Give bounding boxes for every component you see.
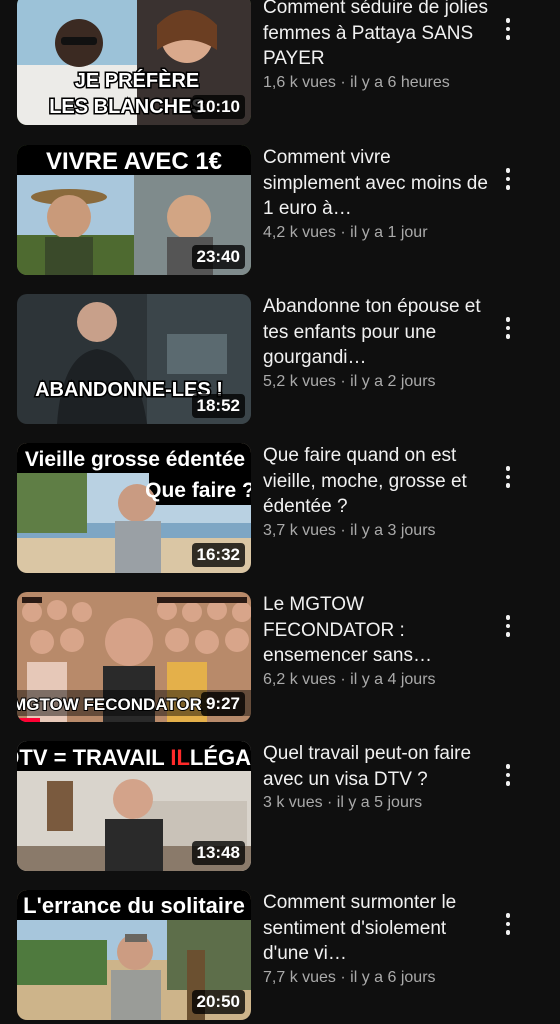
more-options-icon[interactable] (496, 608, 520, 644)
watch-progress-bar (17, 718, 41, 722)
video-meta: 1,6 k vues · il y a 6 heures (263, 73, 450, 91)
video-title[interactable]: Abandonne ton épouse et tes enfants pour… (263, 294, 493, 371)
video-meta: 4,2 k vues · il y a 1 jour (263, 223, 428, 241)
duration-badge: 16:32 (191, 543, 245, 567)
video-thumbnail[interactable]: Vieille grosse édentée Que faire ? 16:32 (17, 443, 251, 573)
duration-badge: 20:50 (191, 990, 245, 1014)
video-meta: 6,2 k vues · il y a 4 jours (263, 670, 436, 688)
video-info[interactable]: Abandonne ton épouse et tes enfants pour… (263, 294, 493, 391)
video-meta: 5,2 k vues · il y a 2 jours (263, 372, 436, 390)
duration-badge: 23:40 (191, 245, 245, 269)
video-item[interactable]: Vieille grosse édentée Que faire ? 16:32… (0, 443, 560, 577)
duration-badge: 9:27 (200, 692, 245, 716)
video-info[interactable]: Comment séduire de jolies femmes à Patta… (263, 0, 493, 92)
thumbnail-text: JE PRÉFÈRE (75, 69, 199, 92)
video-meta: 3 k vues · il y a 5 jours (263, 794, 423, 811)
video-item[interactable]: VIVRE AVEC 1€ 23:40 Comment vivre simple… (0, 145, 560, 279)
more-options-icon[interactable] (496, 310, 520, 346)
video-thumbnail[interactable]: MGTOW FECONDATOR 9:27 (17, 592, 251, 722)
thumbnail-text: LES BLANCHES (49, 96, 205, 118)
video-item[interactable]: ABANDONNE-LES ! 18:52 Abandonne ton épou… (0, 294, 560, 428)
video-info[interactable]: Comment vivre simplement avec moins de 1… (263, 145, 493, 242)
video-title[interactable]: Le MGTOW FECONDATOR : ensemencer sans… (263, 592, 493, 669)
video-meta: 3,7 k vues · il y a 3 jours (263, 521, 436, 539)
video-title[interactable]: Comment surmonter le sentiment d'sioleme… (263, 890, 493, 967)
duration-badge: 13:48 (191, 841, 245, 865)
video-info[interactable]: Le MGTOW FECONDATOR : ensemencer sans… 6… (263, 592, 493, 689)
video-info[interactable]: Quel travail peut-on faire avec un visa … (263, 741, 493, 812)
video-info[interactable]: Que faire quand on est vieille, moche, g… (263, 443, 493, 540)
video-title[interactable]: Comment séduire de jolies femmes à Patta… (263, 0, 493, 72)
thumbnail-text: Vieille grosse édentée (25, 448, 245, 471)
video-info[interactable]: Comment surmonter le sentiment d'sioleme… (263, 890, 493, 987)
more-options-icon[interactable] (496, 459, 520, 495)
video-title[interactable]: Que faire quand on est vieille, moche, g… (263, 443, 493, 520)
video-item[interactable]: L'errance du solitaire 20:50 Comment sur… (0, 890, 560, 1024)
video-item[interactable]: JE PRÉFÈRE LES BLANCHES 10:10 Comment sé… (0, 0, 560, 129)
video-meta: 7,7 k vues · il y a 6 jours (263, 968, 436, 986)
duration-badge: 10:10 (191, 95, 245, 119)
more-options-icon[interactable] (496, 757, 520, 793)
video-item[interactable]: MGTOW FECONDATOR 9:27 Le MGTOW FECONDATO… (0, 592, 560, 726)
more-options-icon[interactable] (496, 161, 520, 197)
video-item[interactable]: DTV = TRAVAIL ILLÉGAL 13:48 Quel travail… (0, 741, 560, 875)
video-thumbnail[interactable]: DTV = TRAVAIL ILLÉGAL 13:48 (17, 741, 251, 871)
video-thumbnail[interactable]: JE PRÉFÈRE LES BLANCHES 10:10 (17, 0, 251, 125)
video-title[interactable]: Quel travail peut-on faire avec un visa … (263, 741, 493, 792)
video-thumbnail[interactable]: ABANDONNE-LES ! 18:52 (17, 294, 251, 424)
more-options-icon[interactable] (496, 906, 520, 942)
thumbnail-text: DTV = TRAVAIL ILLÉGAL (17, 745, 251, 770)
thumbnail-text: Que faire ? (145, 479, 251, 502)
video-title[interactable]: Comment vivre simplement avec moins de 1… (263, 145, 493, 222)
video-thumbnail[interactable]: VIVRE AVEC 1€ 23:40 (17, 145, 251, 275)
more-options-icon[interactable] (496, 11, 520, 47)
duration-badge: 18:52 (191, 394, 245, 418)
thumbnail-text: MGTOW FECONDATOR (17, 695, 202, 714)
thumbnail-text: VIVRE AVEC 1€ (46, 148, 222, 175)
video-thumbnail[interactable]: L'errance du solitaire 20:50 (17, 890, 251, 1020)
thumbnail-text: L'errance du solitaire (23, 893, 245, 918)
